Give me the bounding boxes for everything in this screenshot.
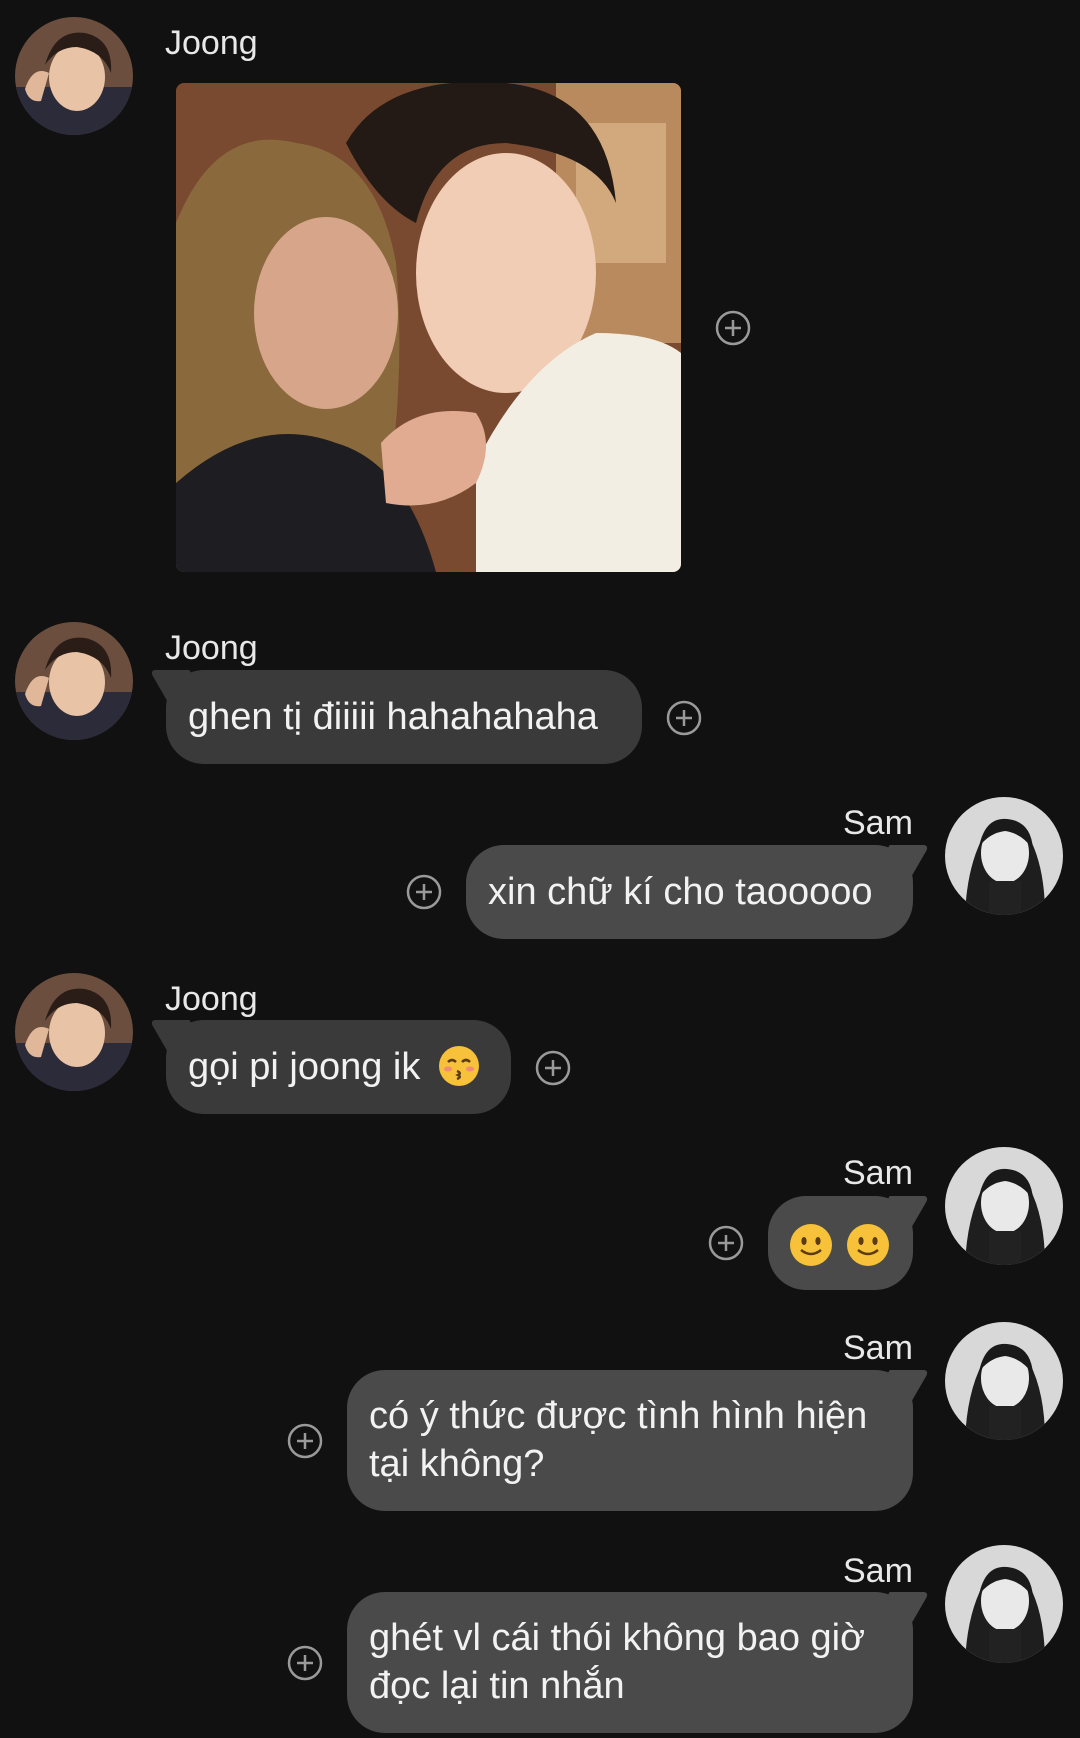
avatar-sam[interactable] [945, 1322, 1063, 1440]
sender-name: Sam [843, 1552, 913, 1590]
message-line: tại không? [369, 1443, 545, 1485]
message-bubble[interactable]: có ý thức được tình hình hiện tại không? [347, 1370, 913, 1511]
message-content: gọi pi joong ik [188, 1043, 489, 1091]
sender-name: Sam [843, 1154, 913, 1192]
slightly-smiling-face-icon [790, 1223, 832, 1266]
message-text: xin chữ kí cho taooooo [488, 871, 873, 913]
message-bubble[interactable]: xin chữ kí cho taooooo [466, 845, 913, 939]
message-bubble[interactable]: gọi pi joong ik [166, 1020, 511, 1114]
message-line: ghét vl cái thói không bao giờ [369, 1617, 866, 1659]
message-bubble[interactable]: ghen tị điiiii hahahahaha [166, 670, 642, 764]
avatar-sam[interactable] [945, 797, 1063, 915]
add-reaction-icon[interactable] [535, 1050, 571, 1086]
message-bubble[interactable] [768, 1196, 913, 1290]
kissing-face-icon [438, 1045, 479, 1086]
sender-name: Sam [843, 804, 913, 842]
sender-name: Joong [165, 24, 258, 62]
add-reaction-icon[interactable] [708, 1225, 744, 1261]
add-reaction-icon[interactable] [666, 700, 702, 736]
slightly-smiling-face-icon [846, 1223, 889, 1266]
avatar-sam[interactable] [945, 1545, 1063, 1663]
sender-name: Sam [843, 1329, 913, 1367]
avatar-joong[interactable] [15, 622, 133, 740]
avatar-joong[interactable] [15, 973, 133, 1091]
add-reaction-icon[interactable] [715, 310, 751, 346]
add-reaction-icon[interactable] [287, 1645, 323, 1681]
add-reaction-icon[interactable] [406, 874, 442, 910]
emoji-row [788, 1219, 893, 1268]
sender-name: Joong [165, 629, 258, 667]
add-reaction-icon[interactable] [287, 1423, 323, 1459]
message-bubble[interactable]: ghét vl cái thói không bao giờ đọc lại t… [347, 1592, 913, 1733]
message-line: đọc lại tin nhắn [369, 1665, 625, 1707]
message-text: ghen tị điiiii hahahahaha [188, 696, 598, 738]
shared-photo[interactable] [176, 83, 681, 572]
message-text: gọi pi joong ik [188, 1046, 421, 1088]
avatar-sam[interactable] [945, 1147, 1063, 1265]
avatar-joong[interactable] [15, 17, 133, 135]
message-line: có ý thức được tình hình hiện [369, 1395, 868, 1437]
sender-name: Joong [165, 980, 258, 1018]
